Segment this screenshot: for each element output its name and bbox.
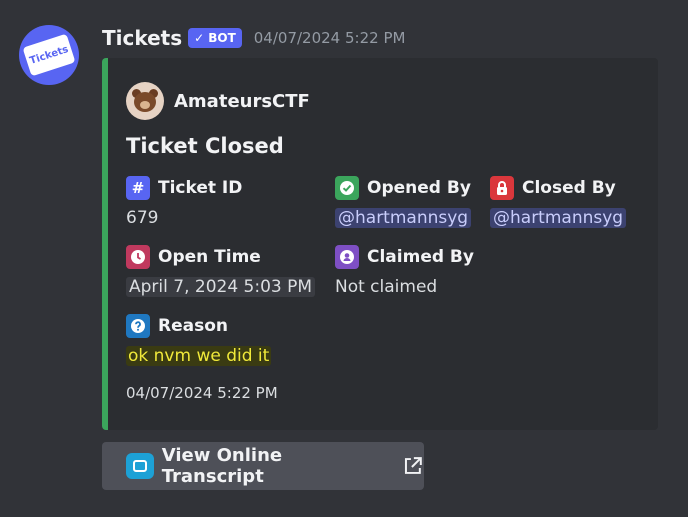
field-closed-by: Closed By @hartmannsyg — [490, 176, 627, 228]
field-label: Claimed By — [367, 247, 474, 267]
embed-footer-timestamp: 04/07/2024 5:22 PM — [126, 384, 278, 402]
bot-badge-label: BOT — [208, 31, 236, 45]
field-label: Closed By — [522, 178, 616, 198]
user-mention[interactable]: @hartmannsyg — [490, 208, 627, 228]
reason-text: ok nvm we did it — [126, 346, 272, 366]
timestamp-chip[interactable]: April 7, 2024 5:03 PM — [126, 277, 316, 297]
question-icon — [126, 314, 150, 338]
verified-check-icon: ✓ — [194, 31, 205, 45]
user-badge-icon — [335, 245, 359, 269]
lock-icon — [490, 176, 514, 200]
field-value: Not claimed — [335, 277, 438, 297]
username[interactable]: Tickets — [102, 26, 182, 50]
field-opened-by: Opened By @hartmannsyg — [335, 176, 472, 228]
transcript-button-label: View Online Transcript — [161, 445, 283, 487]
message-timestamp[interactable]: 04/07/2024 5:22 PM — [254, 29, 406, 47]
field-reason: Reason ok nvm we did it — [126, 314, 272, 366]
author-avatar — [126, 82, 164, 120]
bear-icon — [132, 89, 158, 113]
transcript-icon — [126, 453, 154, 479]
tickets-logo-icon: Tickets — [22, 33, 76, 77]
view-transcript-button[interactable]: View Online Transcript — [102, 442, 424, 490]
bot-badge: ✓ BOT — [188, 28, 242, 48]
clock-icon — [126, 245, 150, 269]
embed-title: Ticket Closed — [126, 134, 284, 158]
user-mention[interactable]: @hartmannsyg — [335, 208, 472, 228]
field-label: Reason — [158, 316, 228, 336]
field-claimed-by: Claimed By Not claimed — [335, 245, 474, 297]
check-circle-icon — [335, 176, 359, 200]
field-label: Opened By — [367, 178, 471, 198]
embed-author: AmateursCTF — [126, 82, 310, 120]
author-name: AmateursCTF — [174, 90, 310, 112]
ticket-embed: AmateursCTF Ticket Closed # Ticket ID 67… — [102, 58, 658, 430]
hash-icon: # — [126, 176, 150, 200]
external-link-icon — [405, 457, 423, 474]
field-ticket-id: # Ticket ID 679 — [126, 176, 242, 228]
field-label: Open Time — [158, 247, 261, 267]
field-open-time: Open Time April 7, 2024 5:03 PM — [126, 245, 316, 297]
message-header: Tickets ✓ BOT 04/07/2024 5:22 PM — [102, 26, 405, 50]
bot-avatar[interactable]: Tickets — [19, 25, 79, 85]
field-label: Ticket ID — [158, 178, 243, 198]
field-value: 679 — [126, 208, 159, 228]
